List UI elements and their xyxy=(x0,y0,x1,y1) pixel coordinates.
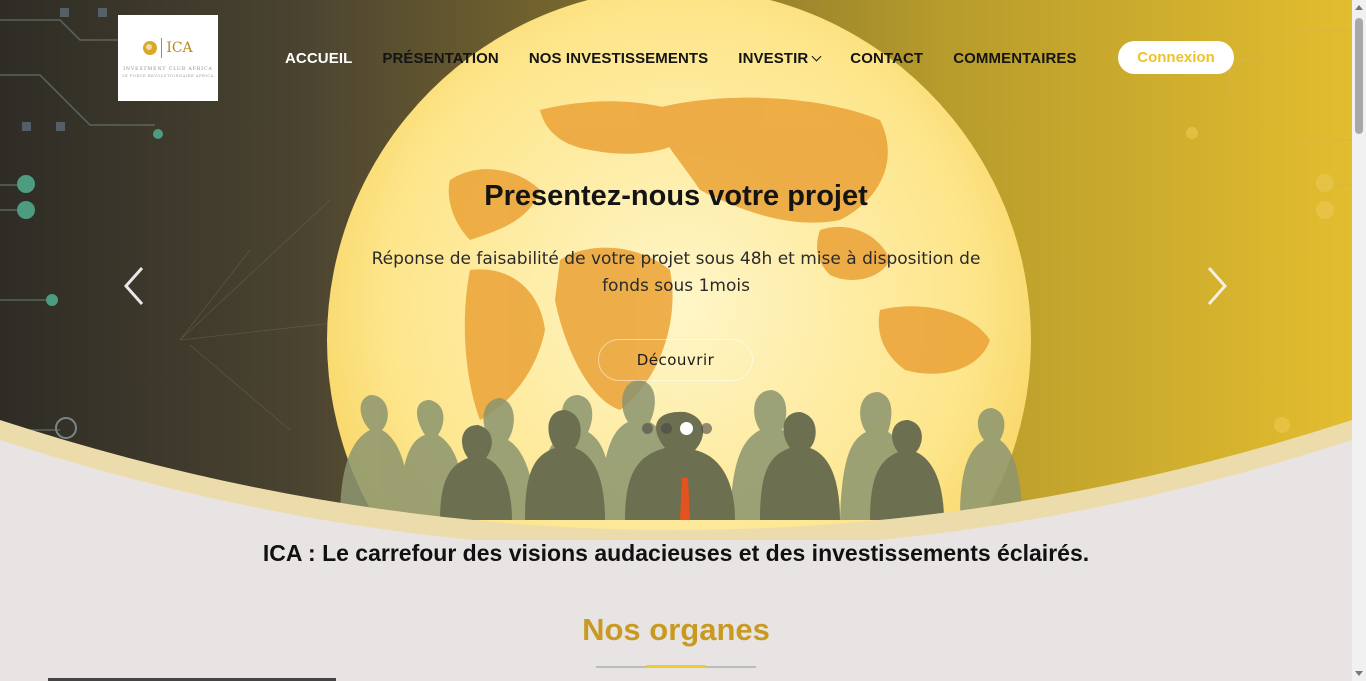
globe-icon xyxy=(143,41,158,55)
nav-item-investir[interactable]: INVESTIR xyxy=(738,49,822,67)
login-button[interactable]: Connexion xyxy=(1118,41,1234,74)
slide-dot-3[interactable] xyxy=(680,422,693,435)
nav-item-investir-label: INVESTIR xyxy=(738,49,809,67)
scroll-up-icon[interactable] xyxy=(1355,5,1363,10)
chevron-right-icon[interactable] xyxy=(1205,266,1229,306)
logo-abbreviation: ICA xyxy=(166,40,193,56)
slide-dot-4[interactable] xyxy=(701,423,712,434)
discover-button[interactable]: Découvrir xyxy=(598,339,753,381)
site-tagline: ICA : Le carrefour des visions audacieus… xyxy=(262,540,1090,566)
logo-tagline: INVESTMENT CLUB AFRICA xyxy=(123,67,213,72)
nav-item-commentaires[interactable]: COMMENTAIRES xyxy=(953,50,1076,67)
nav-item-presentation[interactable]: PRÉSENTATION xyxy=(382,50,498,67)
slide-dot-1[interactable] xyxy=(642,423,653,434)
chevron-left-icon[interactable] xyxy=(122,266,146,306)
logo-subtagline: LE FORCE REVOLUTIONNAIRE AFRICA xyxy=(122,74,214,78)
hero-slider: ICA INVESTMENT CLUB AFRICA LE FORCE REVO… xyxy=(0,0,1352,540)
page-scrollbar[interactable] xyxy=(1352,0,1366,681)
chevron-down-icon xyxy=(811,51,822,61)
scrollbar-thumb[interactable] xyxy=(1355,18,1363,134)
section-divider xyxy=(596,665,756,668)
scroll-down-icon[interactable] xyxy=(1355,671,1363,676)
nav-item-contact[interactable]: CONTACT xyxy=(850,50,923,67)
nav-item-nos-investissements[interactable]: NOS INVESTISSEMENTS xyxy=(529,50,708,67)
main-navigation: ACCUEIL PRÉSENTATION NOS INVESTISSEMENTS… xyxy=(285,43,1107,73)
section-title-organes: Nos organes xyxy=(582,612,770,647)
site-logo[interactable]: ICA INVESTMENT CLUB AFRICA LE FORCE REVO… xyxy=(118,15,218,101)
nav-item-accueil[interactable]: ACCUEIL xyxy=(285,50,352,67)
slide-indicators xyxy=(642,422,712,435)
slide-description: Réponse de faisabilité de votre projet s… xyxy=(371,249,981,296)
slide-title: Presentez-nous votre projet xyxy=(484,180,868,212)
slide-dot-2[interactable] xyxy=(661,423,672,434)
